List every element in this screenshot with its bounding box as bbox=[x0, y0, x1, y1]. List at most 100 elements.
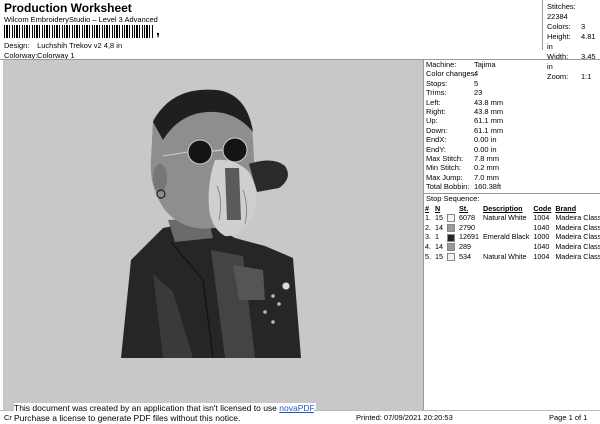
max-stitch-value: 7.8 mm bbox=[474, 153, 500, 163]
info-row: Max Stitch: 7.8 mm bbox=[426, 154, 503, 163]
row-number: 3. bbox=[425, 232, 431, 242]
row-needle: 15 bbox=[435, 251, 443, 261]
row-color-swatch bbox=[445, 251, 457, 261]
left-label: Left: bbox=[426, 97, 441, 107]
right-value: 43.8 mm bbox=[474, 106, 504, 116]
row-number: 5. bbox=[425, 251, 431, 261]
summary-row: Colors: 3 bbox=[547, 22, 600, 32]
stitches-value: 22384 bbox=[547, 12, 568, 21]
barcode-mark: , bbox=[156, 22, 160, 38]
color-swatch bbox=[447, 243, 455, 252]
table-row: 1. 15 6078 Natural White 1004 Madeira Classic… bbox=[423, 213, 600, 223]
row-brand: Madeira Classic 40 bbox=[555, 251, 600, 261]
design-value: Luchshih Trekov v2 4,8 in bbox=[37, 41, 123, 50]
table-row: 2. 14 2790 1040 Madeira Classic 40 bbox=[423, 223, 600, 233]
notice-line-1: This document was created by an applicat… bbox=[14, 403, 316, 413]
summary-row: Width: 3.45 in bbox=[547, 52, 600, 72]
row-code: 1004 bbox=[533, 213, 550, 223]
colors-label: Colors: bbox=[547, 22, 571, 31]
total-bobbin-label: Total Bobbin: bbox=[426, 182, 470, 192]
col-description: Description bbox=[483, 204, 523, 213]
machine-label: Machine: bbox=[426, 60, 457, 69]
row-code: 1004 bbox=[533, 251, 550, 261]
page-title: Production Worksheet bbox=[4, 1, 132, 15]
endx-value: 0.00 in bbox=[474, 135, 497, 145]
row-code: 1000 bbox=[533, 232, 550, 242]
row-description: Natural White bbox=[483, 251, 527, 261]
row-color-swatch bbox=[445, 213, 457, 223]
trims-value: 23 bbox=[474, 88, 483, 98]
notice-line-2: Purchase a license to generate PDF files… bbox=[14, 413, 241, 423]
row-needle: 15 bbox=[435, 213, 443, 223]
row-brand: Madeira Classic 40 bbox=[555, 232, 600, 242]
zoom-label: Zoom: bbox=[547, 72, 569, 81]
design-preview bbox=[3, 60, 423, 410]
table-row: 5. 15 534 Natural White 1004 Madeira Classic … bbox=[423, 251, 600, 261]
min-stitch-label: Min Stitch: bbox=[426, 163, 462, 173]
machine-info-panel: Machine: Tajima Color changes:4 Stops: 5 T… bbox=[426, 60, 503, 191]
summary-row: Zoom: 1:1 bbox=[547, 72, 600, 82]
endy-label: EndY: bbox=[426, 144, 447, 154]
row-number: 4. bbox=[425, 242, 431, 252]
col-stitches: St. bbox=[459, 204, 469, 213]
summary-divider bbox=[542, 0, 543, 50]
row-stitches: 6078 bbox=[459, 213, 475, 223]
max-jump-value: 7.0 mm bbox=[474, 172, 500, 182]
table-row: 3. 1 12691 Emerald Black1000 Madeira Classic… bbox=[423, 232, 600, 242]
info-row: Total Bobbin: 160.38ft bbox=[426, 182, 503, 191]
row-color-swatch bbox=[445, 242, 457, 252]
info-row: Stops: 5 bbox=[426, 79, 503, 88]
right-label: Right: bbox=[426, 106, 446, 116]
row-description bbox=[481, 223, 531, 233]
up-value: 61.1 mm bbox=[474, 116, 504, 126]
stop-sequence-table: # N St. Description Code Brand 1. 15 6078 N… bbox=[423, 204, 600, 261]
row-brand: Madeira Classic 40 bbox=[555, 222, 600, 232]
row-description: Natural White bbox=[483, 213, 527, 223]
col-num: # bbox=[425, 204, 429, 213]
stops-label: Stops: bbox=[426, 78, 448, 88]
row-needle: 14 bbox=[435, 242, 443, 252]
row-stitches: 12691 bbox=[459, 232, 479, 242]
col-code: Code bbox=[533, 204, 552, 213]
color-swatch bbox=[447, 252, 455, 261]
summary-row: Height: 4.81 in bbox=[547, 32, 600, 52]
down-value: 61.1 mm bbox=[474, 125, 504, 135]
row-stitches: 2790 bbox=[459, 222, 475, 232]
software-subtitle: Wilcom EmbroideryStudio – Level 3 Advanc… bbox=[4, 15, 158, 24]
info-row: Min Stitch: 0.2 mm bbox=[426, 163, 503, 172]
table-row: 4. 14 289 1040 Madeira Classic 40 bbox=[423, 242, 600, 252]
row-needle: 14 bbox=[435, 222, 443, 232]
info-row: Left: 43.8 mm bbox=[426, 98, 503, 107]
info-row: Trims: 23 bbox=[426, 88, 503, 97]
info-row: EndX: 0.00 in bbox=[426, 135, 503, 144]
info-row: Max Jump: 7.0 mm bbox=[426, 173, 503, 182]
notice-period: . bbox=[313, 403, 317, 413]
page-number: Page 1 of 1 bbox=[549, 413, 588, 422]
novapdf-link[interactable]: novaPDF bbox=[279, 403, 314, 413]
embroidery-portrait-image bbox=[121, 89, 301, 359]
stops-value: 5 bbox=[474, 78, 479, 88]
summary-row: Stitches:22384 bbox=[547, 2, 600, 22]
stop-sequence-title: Stop Sequence: bbox=[426, 194, 480, 203]
total-bobbin-value: 160.38ft bbox=[474, 182, 502, 192]
row-number: 1. bbox=[425, 213, 431, 223]
row-needle: 1 bbox=[435, 232, 439, 242]
width-label: Width: bbox=[547, 52, 569, 61]
row-color-swatch bbox=[445, 232, 457, 242]
info-row: Right: 43.8 mm bbox=[426, 107, 503, 116]
row-stitches: 289 bbox=[459, 242, 471, 252]
up-label: Up: bbox=[426, 116, 438, 126]
license-notice: This document was created by an applicat… bbox=[14, 403, 317, 423]
col-brand: Brand bbox=[555, 204, 577, 213]
color-changes-label: Color changes: bbox=[426, 69, 477, 79]
row-description: Emerald Black bbox=[483, 232, 530, 242]
info-row: Down: 61.1 mm bbox=[426, 126, 503, 135]
stop-sequence-table-wrap: # N St. Description Code Brand 1. 15 6078 N… bbox=[423, 204, 600, 261]
max-stitch-label: Max Stitch: bbox=[426, 153, 464, 163]
printed-timestamp: Printed: 07/09/2021 20:20:53 bbox=[356, 413, 453, 422]
design-label: Design: bbox=[4, 41, 30, 50]
info-row: Up: 61.1 mm bbox=[426, 116, 503, 125]
endx-label: EndX: bbox=[426, 135, 447, 145]
down-label: Down: bbox=[426, 125, 448, 135]
table-header-row: # N St. Description Code Brand bbox=[423, 204, 600, 213]
